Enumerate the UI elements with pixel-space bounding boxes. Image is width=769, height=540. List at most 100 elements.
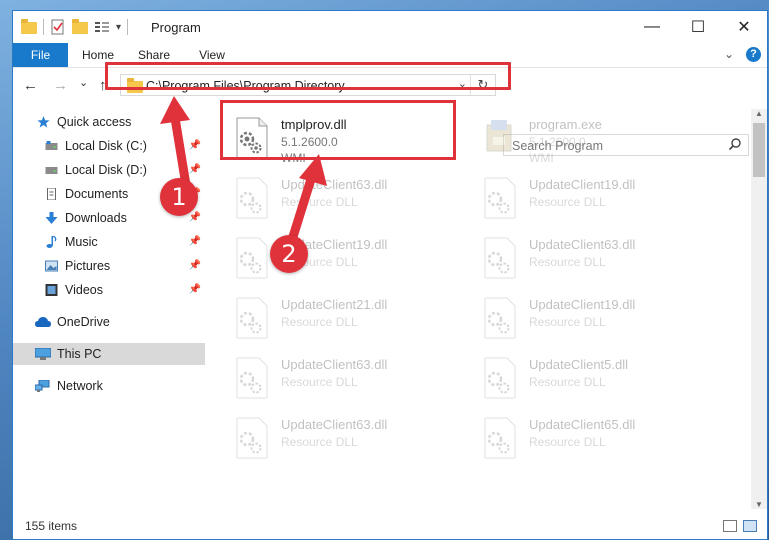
maximize-button[interactable]: ☐	[675, 11, 721, 43]
file-description: Resource DLL	[529, 375, 606, 389]
file-item[interactable]: UpdateClient63.dll Resource DLL	[457, 233, 697, 289]
file-description: Resource DLL	[529, 255, 606, 269]
file-name: UpdateClient63.dll	[281, 417, 388, 432]
sidebar-item-onedrive[interactable]: OneDrive	[13, 311, 205, 333]
file-name: UpdateClient19.dll	[529, 297, 636, 312]
details-view-icon[interactable]	[723, 520, 737, 532]
file-name: UpdateClient63.dll	[281, 357, 388, 372]
file-description: Resource DLL	[529, 195, 606, 209]
pin-icon[interactable]: 📌	[189, 255, 201, 277]
pin-icon[interactable]: 📌	[189, 231, 201, 253]
pictures-icon	[45, 260, 58, 272]
file-name: UpdateClient21.dll	[281, 297, 388, 312]
file-item[interactable]: UpdateClient63.dll Resource DLL	[209, 353, 449, 409]
back-arrow-icon[interactable]: ←	[23, 77, 38, 94]
dll-icon	[236, 417, 268, 459]
properties-icon[interactable]	[50, 19, 66, 35]
cloud-icon	[35, 317, 51, 327]
file-description: Resource DLL	[529, 435, 606, 449]
separator	[127, 19, 129, 35]
download-icon	[45, 212, 58, 224]
computer-icon	[35, 348, 51, 360]
separator	[43, 19, 44, 35]
quick-access-toolbar: ▾	[21, 19, 129, 35]
sidebar-item-this-pc[interactable]: This PC	[13, 343, 205, 365]
file-item[interactable]: UpdateClient5.dll Resource DLL	[457, 353, 697, 409]
file-item[interactable]: UpdateClient19.dll Resource DLL	[209, 233, 449, 289]
star-icon	[37, 116, 50, 128]
title-bar: ▾ Program — ☐ ✕	[13, 11, 767, 43]
tiles-view-icon[interactable]	[743, 520, 757, 532]
sidebar-item-quick-access[interactable]: Quick access	[13, 111, 205, 133]
file-item[interactable]: UpdateClient65.dll Resource DLL	[457, 413, 697, 469]
file-version: 5.1.2600.0	[529, 135, 586, 149]
file-name: UpdateClient5.dll	[529, 357, 629, 372]
window-controls: — ☐ ✕	[629, 11, 767, 43]
file-item-program-exe[interactable]: program.exe 5.1.2600.0 WMI	[457, 113, 697, 169]
step-2-badge: 2	[270, 235, 308, 273]
close-button[interactable]: ✕	[721, 11, 767, 43]
music-icon	[46, 236, 57, 248]
help-icon[interactable]: ?	[746, 47, 761, 62]
sidebar-item-music[interactable]: Music 📌	[13, 231, 205, 253]
file-description: Resource DLL	[281, 435, 358, 449]
sidebar-item-network[interactable]: Network	[13, 375, 205, 397]
dll-icon	[236, 297, 268, 339]
documents-icon	[47, 188, 56, 200]
step-1-badge: 1	[160, 178, 198, 216]
program-exe-icon	[486, 120, 512, 152]
videos-icon	[45, 284, 58, 296]
network-icon	[35, 380, 50, 392]
file-name: UpdateClient19.dll	[529, 177, 636, 192]
pin-icon[interactable]: 📌	[189, 159, 201, 181]
sidebar-item-local-disk-c[interactable]: Local Disk (C:) 📌	[13, 135, 205, 157]
address-highlight-box	[105, 62, 511, 90]
scroll-up-icon[interactable]: ▲	[751, 109, 767, 118]
dll-icon	[484, 417, 516, 459]
chevron-down-icon[interactable]: ⌄	[724, 47, 734, 62]
pin-icon[interactable]: 📌	[189, 279, 201, 301]
drive-icon	[45, 141, 58, 150]
dll-icon	[484, 357, 516, 399]
scrollbar-thumb[interactable]	[753, 123, 765, 177]
recent-locations-icon[interactable]: ⌄	[79, 76, 88, 89]
file-highlight-box	[220, 100, 456, 160]
dll-icon	[484, 297, 516, 339]
dll-icon	[236, 357, 268, 399]
file-description: Resource DLL	[281, 375, 358, 389]
file-name: UpdateClient65.dll	[529, 417, 636, 432]
file-description: Resource DLL	[529, 315, 606, 329]
forward-arrow-icon[interactable]: →	[53, 77, 68, 94]
file-description: WMI	[529, 151, 554, 165]
new-folder-icon[interactable]	[72, 19, 88, 34]
dropdown-icon[interactable]: ▾	[116, 22, 121, 33]
customize-toolbar-icon[interactable]	[94, 19, 110, 35]
file-item[interactable]: UpdateClient21.dll Resource DLL	[209, 293, 449, 349]
window-title: Program	[151, 20, 201, 35]
pin-icon[interactable]: 📌	[189, 135, 201, 157]
file-list: tmplprov.dll 5.1.2600.0 WMI program.exe …	[209, 109, 753, 514]
file-description: Resource DLL	[281, 195, 358, 209]
drive-icon	[45, 167, 58, 174]
file-item[interactable]: UpdateClient19.dll Resource DLL	[457, 293, 697, 349]
file-name: program.exe	[529, 117, 602, 132]
sidebar-item-videos[interactable]: Videos 📌	[13, 279, 205, 301]
dll-icon	[236, 177, 268, 219]
navigation-pane: Quick access Local Disk (C:) 📌 Local Dis…	[13, 109, 205, 514]
vertical-scrollbar[interactable]: ▲ ▼	[751, 109, 767, 509]
file-item[interactable]: UpdateClient19.dll Resource DLL	[457, 173, 697, 229]
file-name: UpdateClient63.dll	[529, 237, 636, 252]
file-item[interactable]: UpdateClient63.dll Resource DLL	[209, 413, 449, 469]
view-switcher	[723, 520, 757, 532]
file-description: Resource DLL	[281, 315, 358, 329]
ribbon-controls: ⌄ ?	[724, 47, 761, 62]
item-count: 155 items	[25, 519, 78, 533]
scroll-down-icon[interactable]: ▼	[751, 500, 767, 509]
file-item[interactable]: UpdateClient63.dll Resource DLL	[209, 173, 449, 229]
folder-icon	[21, 19, 37, 34]
status-bar: 155 items	[13, 515, 767, 539]
dll-icon	[484, 237, 516, 279]
tab-file[interactable]: File	[13, 43, 68, 67]
minimize-button[interactable]: —	[629, 11, 675, 43]
sidebar-item-pictures[interactable]: Pictures 📌	[13, 255, 205, 277]
